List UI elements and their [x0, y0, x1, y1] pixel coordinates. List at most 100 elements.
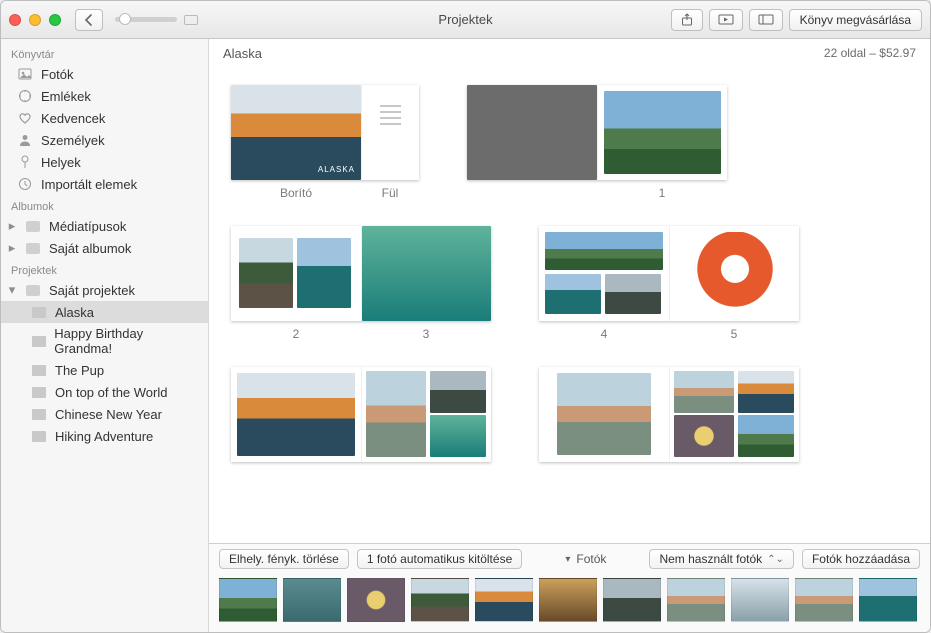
- sidebar-item-label: Kedvencek: [41, 111, 105, 126]
- sidebar-item-label: Helyek: [41, 155, 81, 170]
- sidebar-item-myprojects[interactable]: ▾ Saját projektek: [1, 279, 208, 301]
- page-3[interactable]: [361, 226, 491, 321]
- tray-section-toggle[interactable]: ▾ Fotók: [565, 552, 606, 566]
- updown-icon: ⌃⌄: [767, 554, 784, 565]
- disclosure-icon[interactable]: ▸: [7, 218, 17, 234]
- layout-button[interactable]: [749, 9, 783, 31]
- slideshow-icon: [718, 14, 734, 26]
- spread[interactable]: ALASKA: [231, 85, 419, 180]
- spread[interactable]: [539, 226, 799, 321]
- zoom-slider[interactable]: [115, 17, 177, 22]
- sidebar-project-cny[interactable]: Chinese New Year: [1, 403, 208, 425]
- page-8[interactable]: [539, 367, 669, 462]
- disclosure-open-icon[interactable]: ▾: [7, 282, 17, 298]
- spread-4-5: 4 5: [539, 226, 799, 341]
- share-button[interactable]: [671, 9, 703, 31]
- spread-row: 2 3: [231, 226, 908, 341]
- page-cover[interactable]: ALASKA: [231, 85, 361, 180]
- window-title: Projektek: [438, 12, 492, 27]
- spread-row: [231, 367, 908, 462]
- page-4[interactable]: [539, 226, 669, 321]
- tray-thumb[interactable]: [347, 578, 405, 622]
- heart-icon: [17, 110, 33, 126]
- spread[interactable]: [231, 367, 491, 462]
- spread-1: 1: [467, 85, 727, 200]
- project-status: 22 oldal – $52.97: [824, 46, 916, 60]
- tray-thumb[interactable]: [283, 578, 341, 622]
- sidebar-item-mediatypes[interactable]: ▸ Médiatípusok: [1, 215, 208, 237]
- sidebar-item-label: Személyek: [41, 133, 105, 148]
- autofill-button[interactable]: 1 fotó automatikus kitöltése: [357, 549, 522, 569]
- sidebar-item-people[interactable]: Személyek: [1, 129, 208, 151]
- titlebar: Projektek Könyv megvásárlása: [1, 1, 930, 39]
- folder-icon: [25, 282, 41, 298]
- folder-icon: [25, 240, 41, 256]
- tray-thumb[interactable]: [539, 578, 597, 622]
- book-icon: [31, 428, 47, 444]
- minimize-window-button[interactable]: [29, 14, 41, 26]
- spread-2-3: 2 3: [231, 226, 491, 341]
- page-5[interactable]: [669, 226, 799, 321]
- tray-thumb[interactable]: [731, 578, 789, 622]
- tray-thumb[interactable]: [859, 578, 917, 622]
- sidebar-item-imports[interactable]: Importált elemek: [1, 173, 208, 195]
- sidebar-item-favorites[interactable]: Kedvencek: [1, 107, 208, 129]
- project-header: Alaska 22 oldal – $52.97: [209, 39, 930, 67]
- main-area: Alaska 22 oldal – $52.97 ALASKA: [209, 39, 930, 632]
- sidebar: Könyvtár Fotók Emlékek Kedvencek Személy…: [1, 39, 209, 632]
- page-flap[interactable]: [361, 85, 419, 180]
- sidebar-project-grandma[interactable]: Happy Birthday Grandma!: [1, 323, 208, 359]
- toolbar-right: Könyv megvásárlása: [671, 9, 922, 31]
- zoom-slider-knob[interactable]: [119, 13, 131, 25]
- back-button[interactable]: [75, 9, 103, 31]
- sidebar-item-label: Alaska: [55, 305, 94, 320]
- tray-thumb[interactable]: [667, 578, 725, 622]
- sidebar-item-label: The Pup: [55, 363, 104, 378]
- clear-placed-button[interactable]: Elhely. fényk. törlése: [219, 549, 349, 569]
- close-window-button[interactable]: [9, 14, 21, 26]
- page-label: 4: [539, 327, 669, 341]
- page-7[interactable]: [361, 367, 491, 462]
- sidebar-section-albums: Albumok: [1, 195, 208, 215]
- tray-thumb[interactable]: [219, 578, 277, 622]
- page-label: [467, 186, 597, 200]
- sidebar-project-hiking[interactable]: Hiking Adventure: [1, 425, 208, 447]
- sidebar-project-pup[interactable]: The Pup: [1, 359, 208, 381]
- filter-dropdown[interactable]: Nem használt fotók ⌃⌄: [649, 549, 793, 569]
- photo-tray[interactable]: [209, 574, 930, 632]
- page-2[interactable]: [231, 226, 361, 321]
- window-body: Könyvtár Fotók Emlékek Kedvencek Személy…: [1, 39, 930, 632]
- page-label: Borító: [231, 186, 361, 200]
- slideshow-button[interactable]: [709, 9, 743, 31]
- disclosure-icon[interactable]: ▸: [7, 240, 17, 256]
- sidebar-item-places[interactable]: Helyek: [1, 151, 208, 173]
- add-photos-button[interactable]: Fotók hozzáadása: [802, 549, 920, 569]
- spread[interactable]: [231, 226, 491, 321]
- spread-6-7: [231, 367, 491, 462]
- page-6[interactable]: [231, 367, 361, 462]
- spread[interactable]: [539, 367, 799, 462]
- tray-thumb[interactable]: [475, 578, 533, 622]
- chevron-left-icon: [84, 14, 94, 26]
- sidebar-item-myalbums[interactable]: ▸ Saját albumok: [1, 237, 208, 259]
- tray-thumb[interactable]: [411, 578, 469, 622]
- page-label: Fül: [361, 186, 419, 200]
- page-canvas[interactable]: ALASKA Borító Fül: [209, 67, 930, 543]
- spread-row: ALASKA Borító Fül: [231, 85, 908, 200]
- spread-8-9: [539, 367, 799, 462]
- sidebar-item-photos[interactable]: Fotók: [1, 63, 208, 85]
- spread[interactable]: [467, 85, 727, 180]
- page-label: 2: [231, 327, 361, 341]
- tray-thumb[interactable]: [795, 578, 853, 622]
- book-icon: [31, 362, 47, 378]
- page-inside-cover[interactable]: [467, 85, 597, 180]
- sidebar-project-alaska[interactable]: Alaska: [1, 301, 208, 323]
- sidebar-item-memories[interactable]: Emlékek: [1, 85, 208, 107]
- sidebar-item-label: Importált elemek: [41, 177, 137, 192]
- zoom-window-button[interactable]: [49, 14, 61, 26]
- sidebar-project-world[interactable]: On top of the World: [1, 381, 208, 403]
- tray-thumb[interactable]: [603, 578, 661, 622]
- page-9[interactable]: [669, 367, 799, 462]
- page-1[interactable]: [597, 85, 727, 180]
- buy-book-button[interactable]: Könyv megvásárlása: [789, 9, 922, 31]
